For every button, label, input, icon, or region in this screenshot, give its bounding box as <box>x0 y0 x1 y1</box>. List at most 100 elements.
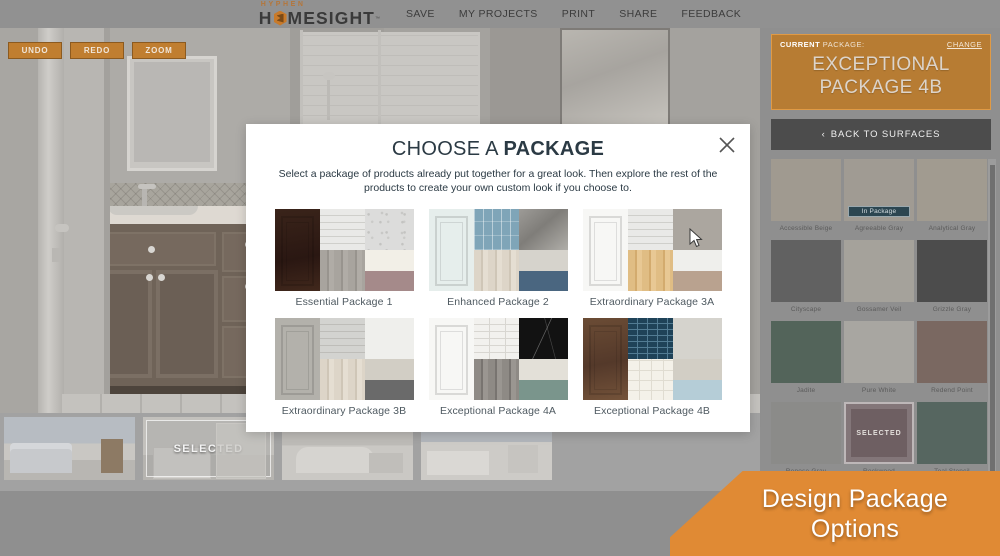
app-root: UNDO REDO ZOOM SELECTED CURRENT PACKAGE:… <box>0 0 1000 556</box>
package-tile <box>627 359 673 400</box>
package-tile <box>672 250 722 271</box>
package-tile <box>364 318 414 359</box>
package-tile <box>364 250 414 271</box>
brand-text-suffix: MESIGHT <box>287 7 375 28</box>
swatch-item[interactable]: Teal Stencil <box>917 402 987 480</box>
swatch-name-label: Cityscape <box>790 306 822 313</box>
swatch-item[interactable]: Cityscape <box>771 240 841 318</box>
package-tile-stack <box>672 359 722 400</box>
room-thumbnail-bedroom[interactable] <box>4 417 135 480</box>
package-tile <box>364 270 414 291</box>
swatch-color-chip[interactable] <box>917 321 987 383</box>
redo-button[interactable]: REDO <box>70 42 124 59</box>
swatch-item[interactable]: Analytical Gray <box>917 159 987 237</box>
swatch-color-chip[interactable] <box>917 240 987 302</box>
swatch-color-chip[interactable] <box>844 240 914 302</box>
swatch-scrollbar[interactable] <box>988 159 996 514</box>
package-tile <box>473 318 519 359</box>
hexagon-logo-icon <box>273 10 287 26</box>
package-tile <box>627 250 673 291</box>
nav-link-save[interactable]: SAVE <box>406 8 435 20</box>
swatch-item[interactable]: Repose Gray <box>771 402 841 480</box>
package-tile <box>518 270 568 291</box>
package-option-card[interactable]: Extraordinary Package 3A <box>580 209 724 308</box>
swatch-color-chip[interactable] <box>771 159 841 221</box>
package-option-label: Extraordinary Package 3A <box>589 296 715 308</box>
swatch-name-label: Jadite <box>796 387 816 394</box>
package-option-label: Extraordinary Package 3B <box>281 405 407 417</box>
nav-link-feedback[interactable]: FEEDBACK <box>681 8 741 20</box>
package-cabinet-door-tile <box>428 209 474 291</box>
header-nav: SAVE MY PROJECTS PRINT SHARE FEEDBACK <box>406 8 741 20</box>
swatch-color-chip[interactable] <box>771 321 841 383</box>
swatch-color-chip[interactable] <box>844 321 914 383</box>
swatch-color-chip[interactable] <box>917 402 987 464</box>
scrollbar-thumb[interactable] <box>990 165 995 495</box>
package-tile <box>319 250 365 291</box>
package-tile <box>627 318 673 359</box>
swatch-item[interactable]: Jadite <box>771 321 841 399</box>
package-option-label: Enhanced Package 2 <box>447 296 549 308</box>
package-option-label: Exceptional Package 4B <box>593 405 711 417</box>
package-option-card[interactable]: Exceptional Package 4A <box>426 318 570 417</box>
package-grid: Essential Package 1 Enhanced Package 2 Ext… <box>272 209 724 417</box>
swatch-selected-badge: SELECTED <box>844 402 914 464</box>
package-cabinet-door-tile <box>428 318 474 400</box>
swatch-color-chip[interactable] <box>771 402 841 464</box>
swatch-item[interactable]: SELECTEDRockwood <box>844 402 914 480</box>
back-to-surfaces-button[interactable]: ‹ BACK TO SURFACES <box>771 119 991 150</box>
package-tile-stack <box>672 250 722 291</box>
modal-title-light: CHOOSE A <box>391 138 504 160</box>
package-option-label: Essential Package 1 <box>295 296 393 308</box>
undo-button[interactable]: UNDO <box>8 42 62 59</box>
swatch-name-label: Pure White <box>861 387 897 394</box>
nav-link-share[interactable]: SHARE <box>619 8 657 20</box>
swatch-name-label: Accessible Beige <box>779 225 833 232</box>
package-tile <box>364 359 414 380</box>
close-icon[interactable] <box>717 135 737 155</box>
swatch-item[interactable]: In Package Agreeable Gray <box>844 159 914 237</box>
package-cabinet-door-tile <box>582 318 628 400</box>
swatch-item[interactable]: Accessible Beige <box>771 159 841 237</box>
swatch-color-chip[interactable] <box>917 159 987 221</box>
package-tile <box>518 318 568 359</box>
swatch-item[interactable]: Pure White <box>844 321 914 399</box>
nav-link-print[interactable]: PRINT <box>562 8 596 20</box>
package-option-card[interactable]: Exceptional Package 4B <box>580 318 724 417</box>
package-tile-stack <box>364 250 414 291</box>
package-swatch-collage <box>582 318 722 400</box>
package-tile <box>518 379 568 400</box>
swatch-name-label: Agreeable Gray <box>854 225 904 232</box>
swatch-name-label: Grizzle Gray <box>932 306 972 313</box>
package-tile <box>518 250 568 271</box>
change-package-link[interactable]: CHANGE <box>947 40 982 49</box>
package-tile-stack <box>364 359 414 400</box>
choose-package-modal: CHOOSE A PACKAGE Select a package of pro… <box>246 124 750 432</box>
swatch-color-chip[interactable]: In Package <box>844 159 914 221</box>
package-option-label: Exceptional Package 4A <box>439 405 557 417</box>
swatch-color-chip[interactable] <box>771 240 841 302</box>
banner-line-2: Options <box>810 514 900 543</box>
package-tile <box>319 209 365 250</box>
package-option-card[interactable]: Enhanced Package 2 <box>426 209 570 308</box>
swatch-color-chip[interactable]: SELECTED <box>844 402 914 464</box>
package-tile <box>672 318 722 359</box>
brand-text-prefix: H <box>258 7 273 28</box>
swatch-item[interactable]: Grizzle Gray <box>917 240 987 318</box>
modal-subtitle: Select a package of products already put… <box>278 168 718 194</box>
swatch-item[interactable]: Gossamer Veil <box>844 240 914 318</box>
swatch-item[interactable]: Redend Point <box>917 321 987 399</box>
nav-link-my-projects[interactable]: MY PROJECTS <box>459 8 538 20</box>
swatch-name-label: Redend Point <box>931 387 973 394</box>
package-swatch-collage <box>274 318 414 400</box>
package-swatch-collage <box>428 209 568 291</box>
package-name-line-2: PACKAGE 4B <box>819 77 943 98</box>
package-option-card[interactable]: Essential Package 1 <box>272 209 416 308</box>
canvas-toolbar: UNDO REDO ZOOM <box>8 42 186 59</box>
current-package-card: CURRENT PACKAGE: CHANGE EXCEPTIONAL PACK… <box>771 34 991 110</box>
package-option-card[interactable]: Extraordinary Package 3B <box>272 318 416 417</box>
package-tile <box>364 209 414 250</box>
zoom-button[interactable]: ZOOM <box>132 42 186 59</box>
package-tile-stack <box>518 359 568 400</box>
package-tile <box>473 209 519 250</box>
